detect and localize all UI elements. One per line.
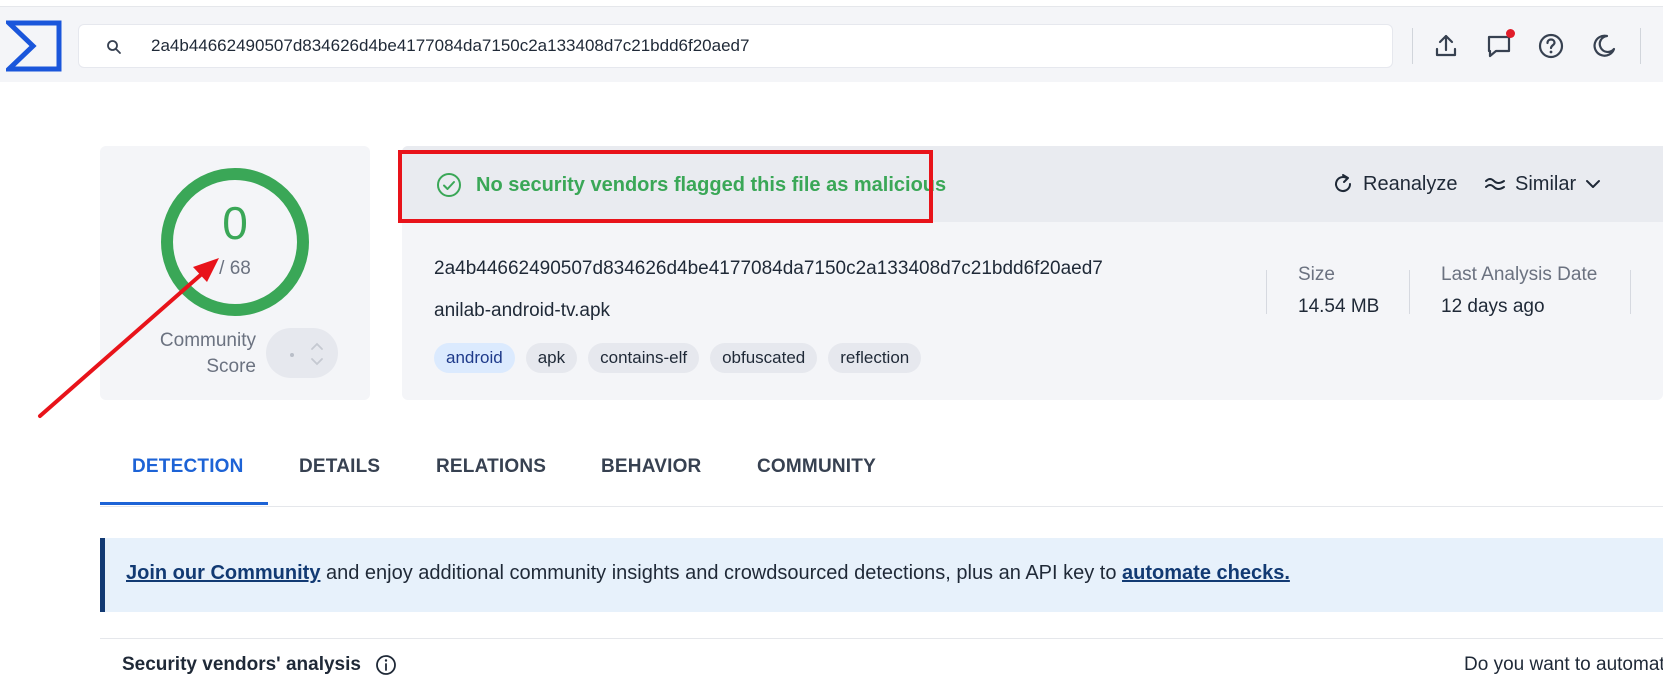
- help-icon[interactable]: [1537, 32, 1565, 60]
- upload-icon[interactable]: [1432, 32, 1460, 60]
- tab-relations[interactable]: RELATIONS: [436, 456, 546, 478]
- tag-list: android apk contains-elf obfuscated refl…: [434, 343, 932, 373]
- virustotal-logo-icon[interactable]: [6, 20, 62, 72]
- size-label: Size: [1298, 264, 1335, 285]
- tab-detection[interactable]: DETECTION: [132, 456, 244, 478]
- notification-dot: [1506, 29, 1515, 38]
- file-hash[interactable]: 2a4b44662490507d834626d4be4177084da7150c…: [434, 258, 1103, 280]
- similar-button[interactable]: Similar: [1483, 172, 1602, 196]
- toolbar-divider: [1412, 28, 1413, 64]
- tab-community[interactable]: COMMUNITY: [757, 456, 876, 478]
- reanalyze-button[interactable]: Reanalyze: [1331, 172, 1458, 196]
- meta-divider: [1409, 270, 1410, 314]
- search-input[interactable]: [151, 25, 1351, 67]
- community-score-dot: [290, 353, 294, 357]
- vote-arrows-icon[interactable]: [310, 340, 324, 368]
- top-border: [0, 6, 1663, 7]
- search-box[interactable]: [78, 24, 1393, 68]
- tag-android[interactable]: android: [434, 343, 515, 373]
- community-label-line1: Community: [159, 330, 256, 351]
- security-vendors-heading: Security vendors' analysis: [122, 654, 397, 676]
- info-icon[interactable]: [375, 654, 397, 676]
- automate-checks-link[interactable]: automate checks.: [1122, 562, 1290, 584]
- similar-label: Similar: [1515, 172, 1577, 195]
- tag-apk[interactable]: apk: [525, 343, 578, 373]
- refresh-icon: [1335, 174, 1352, 193]
- last-analysis-value: 12 days ago: [1441, 296, 1545, 317]
- dark-mode-icon[interactable]: [1590, 32, 1618, 60]
- join-community-link[interactable]: Join our Community: [126, 562, 320, 584]
- last-analysis-label: Last Analysis Date: [1441, 264, 1598, 285]
- community-banner-text: Join our Community and enjoy additional …: [126, 562, 1290, 585]
- search-icon: [107, 40, 121, 54]
- banner-middle-text: and enjoy additional community insights …: [320, 562, 1123, 584]
- tab-details[interactable]: DETAILS: [299, 456, 380, 478]
- tab-bar: DETECTION DETAILS RELATIONS BEHAVIOR COM…: [100, 430, 1663, 507]
- engine-total: / 68: [219, 258, 251, 279]
- automate-prompt: Do you want to automate: [1464, 654, 1663, 675]
- community-score-label: Community Score: [130, 328, 256, 380]
- reanalyze-label: Reanalyze: [1363, 172, 1458, 195]
- tag-obfuscated[interactable]: obfuscated: [710, 343, 818, 373]
- tag-contains-elf[interactable]: contains-elf: [588, 343, 700, 373]
- detection-count: 0: [222, 197, 248, 249]
- community-score-toggle[interactable]: [266, 328, 338, 378]
- size-value: 14.54 MB: [1298, 296, 1380, 317]
- tag-reflection[interactable]: reflection: [828, 343, 922, 373]
- community-label-line2: Score: [206, 356, 256, 377]
- section-title-text: Security vendors' analysis: [122, 654, 361, 675]
- tab-behavior[interactable]: BEHAVIOR: [601, 456, 701, 478]
- toolbar-divider-right: [1640, 28, 1641, 64]
- similar-icon: [1485, 178, 1505, 190]
- section-divider: [100, 638, 1663, 639]
- chevron-down-icon: [1586, 180, 1601, 188]
- annotation-highlight-box: [398, 150, 933, 223]
- file-name: anilab-android-tv.apk: [434, 300, 611, 321]
- meta-divider: [1266, 270, 1267, 314]
- meta-divider: [1630, 270, 1631, 314]
- active-tab-indicator: [100, 502, 268, 505]
